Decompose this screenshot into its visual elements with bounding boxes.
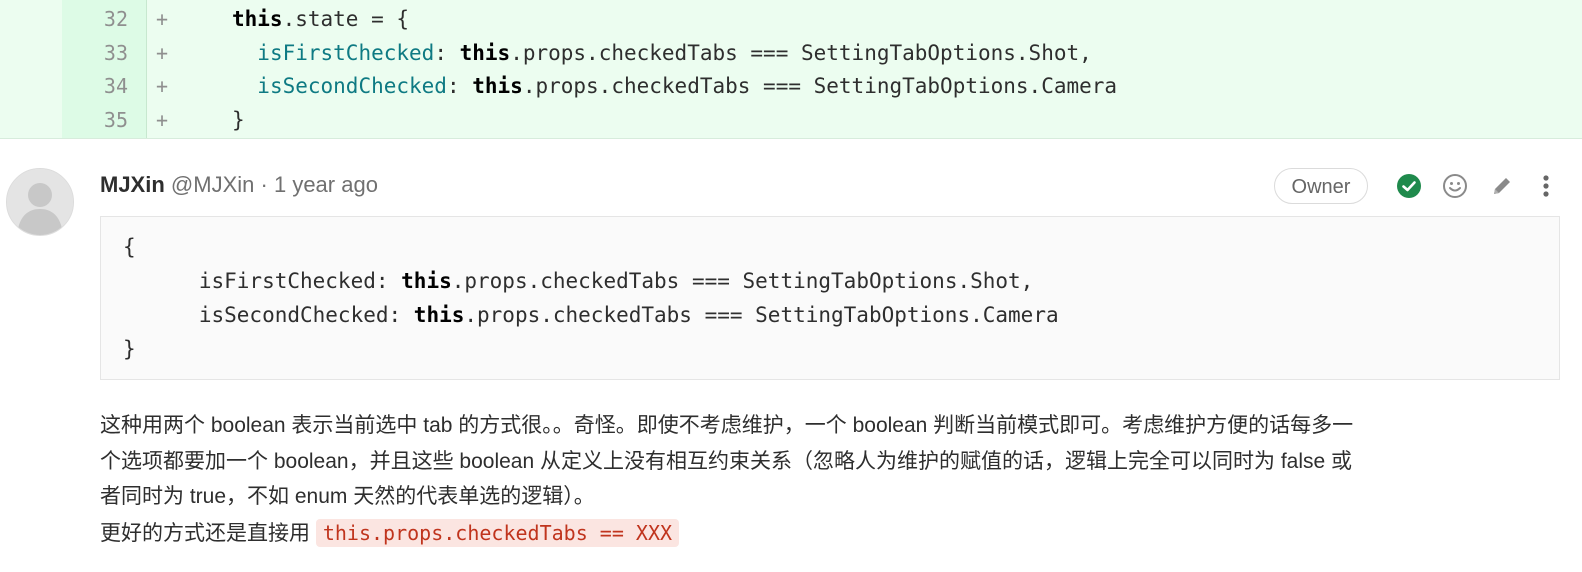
suggestion-text: 更好的方式还是直接用 xyxy=(100,522,310,545)
diff-code-line: this.state = { xyxy=(232,2,409,36)
diff-token: isFirstChecked xyxy=(257,40,435,65)
comment-timestamp[interactable]: 1 year ago xyxy=(274,172,378,197)
diff-code-line: isFirstChecked: this.props.checkedTabs =… xyxy=(232,36,1092,70)
author-name[interactable]: MJXin xyxy=(100,172,165,197)
diff-token: } xyxy=(232,107,245,132)
diff-code-line: } xyxy=(232,103,245,137)
code-block-line: isFirstChecked: this.props.checkedTabs =… xyxy=(123,265,1033,297)
comment-body-line: 个选项都要加一个 boolean，并且这些 boolean 从定义上没有相互约束… xyxy=(100,449,1353,473)
diff-token: this xyxy=(459,40,511,65)
diff-added-marker: + xyxy=(156,7,169,31)
diff-line-number[interactable]: 35 xyxy=(62,103,128,137)
code-block-line: } xyxy=(123,333,136,365)
diff-token: : xyxy=(434,40,460,65)
diff-block: 32 + this.state = {33 + isFirstChecked: thi… xyxy=(0,0,1582,139)
author-handle[interactable]: @MJXin xyxy=(171,172,254,197)
diff-added-marker: + xyxy=(156,74,169,98)
code-block-token: { xyxy=(123,235,136,259)
code-block-line: { xyxy=(123,231,136,263)
diff-token: .props.checkedTabs === SettingTabOptions… xyxy=(510,40,1092,65)
diff-added-marker: + xyxy=(156,107,169,132)
diff-token: .state = { xyxy=(282,7,410,31)
diff-old-gutter xyxy=(0,0,63,138)
code-block-token: .props.checkedTabs === SettingTabOptions… xyxy=(464,303,1059,327)
header-separator: · xyxy=(260,172,268,197)
diff-line-number[interactable]: 33 xyxy=(62,36,128,70)
inline-code: this.props.checkedTabs == XXX xyxy=(315,519,680,547)
diff-token: this xyxy=(232,7,283,31)
diff-token xyxy=(232,41,257,65)
code-block-token: isSecondChecked: xyxy=(123,303,414,327)
comment-header: MJXin @MJXin · 1 year ago xyxy=(100,170,378,200)
diff-token: .props.checkedTabs === SettingTabOptions… xyxy=(522,74,1118,98)
diff-token: isSecondChecked xyxy=(257,74,447,98)
pencil-icon[interactable] xyxy=(1488,172,1516,200)
diff-line-number[interactable]: 34 xyxy=(62,69,128,103)
resolve-check-icon[interactable] xyxy=(1395,172,1423,200)
more-vertical-icon[interactable] xyxy=(1532,172,1560,200)
diff-code-line: isSecondChecked: this.props.checkedTabs … xyxy=(232,69,1117,103)
diff-token: this xyxy=(472,74,523,98)
code-block-line: isSecondChecked: this.props.checkedTabs … xyxy=(123,299,1059,331)
code-block-token: this xyxy=(401,269,452,293)
comment-body-line: 这种用两个 boolean 表示当前选中 tab 的方式很。。奇怪。即使不考虑维… xyxy=(100,414,1354,437)
suggestion-line: 更好的方式还是直接用 this.props.checkedTabs == XXX xyxy=(100,515,680,552)
avatar[interactable] xyxy=(6,168,74,236)
diff-token: : xyxy=(446,74,473,98)
code-block-token: } xyxy=(123,337,136,361)
default-user-icon xyxy=(7,169,73,235)
owner-badge: Owner xyxy=(1274,168,1368,204)
diff-line-number[interactable]: 32 xyxy=(62,2,128,36)
emoji-icon[interactable] xyxy=(1441,172,1469,200)
comment-code-block: { isFirstChecked: this.props.checkedTabs… xyxy=(100,216,1560,380)
code-block-token: isFirstChecked: xyxy=(123,269,402,293)
diff-added-marker: + xyxy=(156,40,169,65)
diff-token xyxy=(232,74,257,98)
comment-body-line: 者同时为 true，不如 enum 天然的代表单选的逻辑）。 xyxy=(100,485,595,508)
code-block-token: this xyxy=(413,303,465,327)
code-block-token: .props.checkedTabs === SettingTabOptions… xyxy=(451,269,1034,293)
